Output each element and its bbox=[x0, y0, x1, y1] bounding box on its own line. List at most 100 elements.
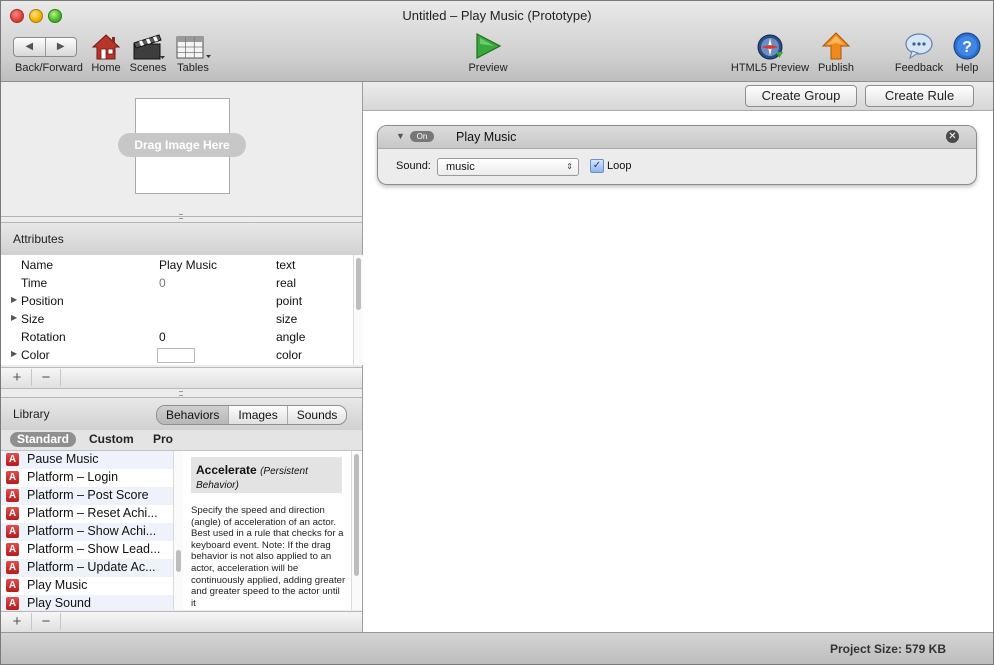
segment-sounds[interactable]: Sounds bbox=[286, 406, 347, 424]
collapse-triangle-icon[interactable]: ▼ bbox=[396, 131, 405, 141]
home-icon bbox=[92, 34, 120, 60]
attribute-row-position[interactable]: ▶ Position point bbox=[1, 292, 353, 310]
segment-behaviors[interactable]: Behaviors bbox=[157, 406, 229, 424]
close-icon[interactable]: ✕ bbox=[946, 130, 959, 143]
add-attribute-button[interactable]: + bbox=[3, 369, 32, 386]
loop-checkbox[interactable]: ✓ bbox=[590, 159, 604, 173]
list-item-label: Platform – Post Score bbox=[27, 488, 149, 502]
behavior-block-header[interactable]: ▼ On Play Music ✕ bbox=[378, 126, 976, 149]
list-item[interactable]: A Platform – Login bbox=[1, 469, 173, 487]
list-item-label: Platform – Update Ac... bbox=[27, 560, 156, 574]
tab-pro[interactable]: Pro bbox=[153, 432, 173, 447]
attribute-type: angle bbox=[276, 330, 306, 344]
tables-button[interactable]: Tables bbox=[176, 31, 211, 74]
behavior-icon: A bbox=[6, 489, 19, 502]
select-arrows-icon: ⇕ bbox=[566, 162, 573, 171]
sound-label: Sound: bbox=[396, 160, 431, 172]
tab-standard[interactable]: Standard bbox=[10, 432, 77, 447]
preview-icon bbox=[476, 33, 502, 59]
scrollbar-thumb[interactable] bbox=[356, 258, 361, 310]
disclosure-triangle-icon[interactable]: ▶ bbox=[11, 313, 17, 322]
attribute-row-name[interactable]: Name Play Music text bbox=[1, 256, 353, 274]
tab-custom[interactable]: Custom bbox=[89, 432, 134, 447]
create-rule-button[interactable]: Create Rule bbox=[865, 85, 974, 107]
window-title: Untitled – Play Music (Prototype) bbox=[402, 8, 592, 23]
scenes-icon bbox=[133, 34, 165, 60]
create-group-button[interactable]: Create Group bbox=[745, 85, 857, 107]
library-tabs: Standard Custom Pro bbox=[1, 430, 362, 451]
behavior-icon: A bbox=[6, 525, 19, 538]
list-item[interactable]: A Platform – Reset Achi... bbox=[1, 505, 173, 523]
list-item[interactable]: A Platform – Show Lead... bbox=[1, 541, 173, 559]
behavior-title: Play Music bbox=[456, 130, 517, 144]
sound-select[interactable]: music ⇕ bbox=[437, 158, 579, 176]
attribute-value[interactable]: 0 bbox=[159, 330, 166, 344]
publish-button[interactable]: Publish bbox=[818, 31, 854, 74]
left-pane: Drag Image Here Attributes Name Play Mus… bbox=[1, 82, 363, 633]
attribute-type: real bbox=[276, 276, 297, 290]
preview-label: Preview bbox=[468, 62, 508, 74]
list-item-label: Platform – Show Lead... bbox=[27, 542, 161, 556]
attribute-row-time[interactable]: Time 0 real bbox=[1, 274, 353, 292]
back-forward-control: ◀ ▶ bbox=[13, 37, 77, 57]
color-swatch[interactable] bbox=[157, 348, 195, 363]
attribute-value[interactable]: Play Music bbox=[159, 258, 217, 272]
sound-select-value: music bbox=[446, 161, 475, 173]
library-segmented-control: Behaviors Images Sounds bbox=[156, 405, 348, 425]
splitter-handle[interactable] bbox=[179, 214, 183, 219]
behavior-block-play-music: ▼ On Play Music ✕ Sound: music ⇕ ✓ Loop bbox=[377, 125, 977, 185]
library-title: Library bbox=[13, 407, 50, 421]
segment-images[interactable]: Images bbox=[228, 406, 286, 424]
library-header: Library Behaviors Images Sounds bbox=[1, 397, 362, 431]
list-item[interactable]: A Platform – Post Score bbox=[1, 487, 173, 505]
remove-attribute-button[interactable]: − bbox=[32, 369, 61, 386]
list-item[interactable]: A Play Music bbox=[1, 577, 173, 595]
description-header: Accelerate (Persistent Behavior) bbox=[191, 457, 342, 493]
status-bar: Project Size: 579 KB bbox=[1, 632, 993, 664]
help-button[interactable]: ? Help bbox=[953, 31, 981, 74]
attributes-scrollbar[interactable] bbox=[353, 255, 363, 365]
scenes-button[interactable]: Scenes bbox=[130, 31, 166, 74]
attribute-row-rotation[interactable]: Rotation 0 angle bbox=[1, 328, 353, 346]
attributes-title: Attributes bbox=[13, 232, 64, 246]
description-scrollbar[interactable] bbox=[351, 451, 362, 610]
behavior-icon: A bbox=[6, 579, 19, 592]
on-toggle[interactable]: On bbox=[410, 131, 434, 142]
attribute-row-color[interactable]: ▶ Color color bbox=[1, 346, 353, 364]
list-item[interactable]: A Pause Music bbox=[1, 451, 173, 469]
attribute-name: Position bbox=[21, 294, 64, 308]
help-icon: ? bbox=[953, 32, 981, 60]
list-item-label: Play Music bbox=[27, 578, 88, 592]
add-behavior-button[interactable]: + bbox=[3, 613, 32, 630]
html5-preview-icon bbox=[757, 34, 783, 60]
library-add-remove-bar: + − bbox=[1, 611, 362, 633]
attribute-name: Size bbox=[21, 312, 45, 326]
list-item[interactable]: A Platform – Show Achi... bbox=[1, 523, 173, 541]
disclosure-triangle-icon[interactable]: ▶ bbox=[11, 349, 17, 358]
home-button[interactable]: Home bbox=[91, 31, 121, 74]
scrollbar-thumb[interactable] bbox=[354, 454, 359, 576]
behavior-list-scrollbar[interactable] bbox=[173, 451, 183, 610]
list-item[interactable]: A Platform – Update Ac... bbox=[1, 559, 173, 577]
scrollbar-thumb[interactable] bbox=[176, 550, 181, 572]
disclosure-triangle-icon[interactable]: ▶ bbox=[11, 295, 17, 304]
remove-behavior-button[interactable]: − bbox=[32, 613, 61, 630]
attribute-row-size[interactable]: ▶ Size size bbox=[1, 310, 353, 328]
drag-image-hint: Drag Image Here bbox=[118, 133, 246, 157]
behavior-description-panel: Accelerate (Persistent Behavior) Specify… bbox=[183, 451, 351, 610]
attribute-value[interactable]: 0 bbox=[159, 276, 166, 290]
attribute-name: Time bbox=[21, 276, 48, 290]
publish-icon bbox=[822, 32, 850, 60]
publish-label: Publish bbox=[817, 62, 855, 74]
feedback-button[interactable]: Feedback bbox=[895, 31, 943, 74]
html5-preview-button[interactable]: HTML5 Preview bbox=[731, 31, 809, 74]
preview-button[interactable]: Preview bbox=[468, 31, 508, 74]
attributes-table: Name Play Music text Time 0 real ▶ Posit… bbox=[1, 255, 353, 365]
attribute-type: color bbox=[276, 348, 303, 362]
back-icon[interactable]: ◀ bbox=[14, 38, 46, 56]
list-item[interactable]: A Play Sound bbox=[1, 595, 173, 610]
splitter-handle[interactable] bbox=[179, 391, 183, 396]
editor-toolbar: Create Group Create Rule bbox=[363, 82, 993, 111]
forward-icon[interactable]: ▶ bbox=[46, 38, 77, 56]
list-item-label: Pause Music bbox=[27, 452, 99, 466]
